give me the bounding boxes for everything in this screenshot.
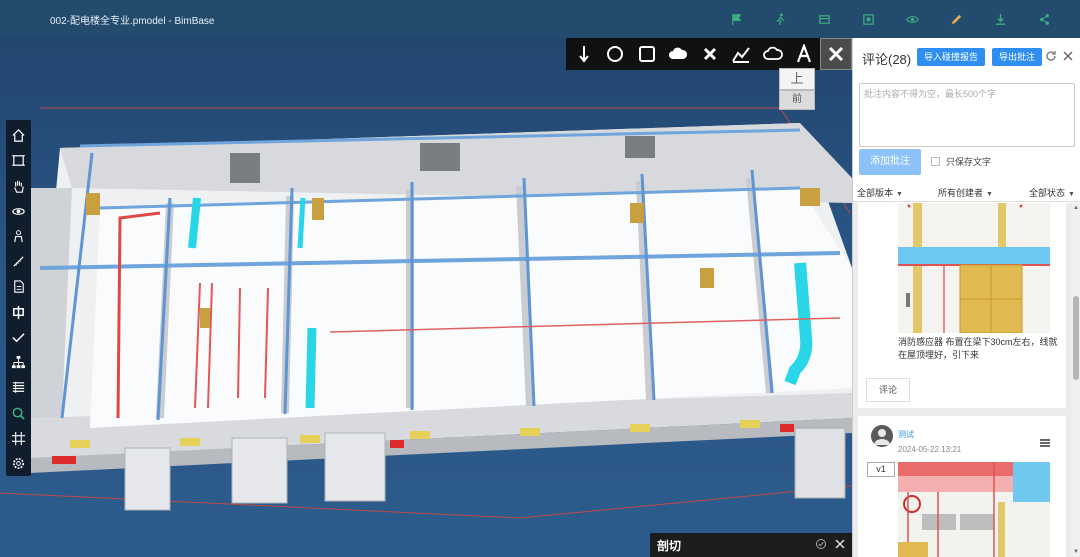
section-panel-actions xyxy=(815,538,846,550)
panel-header: 评论(28) 导入碰撞报告 导出批注 xyxy=(853,38,1080,76)
annotation-screenshot[interactable] xyxy=(898,462,1050,557)
cross-icon[interactable] xyxy=(694,38,726,70)
circle-icon[interactable] xyxy=(600,38,632,70)
comment-time: 2024-05-22 13:21 xyxy=(898,445,962,454)
share-icon[interactable] xyxy=(1022,0,1066,38)
import-clash-report-button[interactable]: 导入碰撞报告 xyxy=(917,48,985,66)
app-title: 002-配电楼全专业.pmodel - BimBase xyxy=(50,15,215,27)
text-icon[interactable] xyxy=(789,38,821,70)
cloud-outline-icon[interactable] xyxy=(757,38,789,70)
comment-text: 消防感应器 布置在梁下30cm左右，线就在屋顶埋好，引下来 xyxy=(898,337,1058,360)
version-filter-label: 全部版本 xyxy=(857,188,894,198)
top-toolbar xyxy=(714,0,1066,38)
scrollbar-thumb[interactable] xyxy=(1073,296,1079,380)
rectangle-icon[interactable] xyxy=(631,38,663,70)
refresh-icon[interactable] xyxy=(1045,50,1057,62)
frame-icon[interactable] xyxy=(6,148,31,173)
view-cube[interactable]: 上 前 xyxy=(779,68,817,112)
comment-input[interactable] xyxy=(859,83,1075,147)
status-filter-label: 全部状态 xyxy=(1029,188,1066,198)
reply-comment-button[interactable]: 评论 xyxy=(866,378,910,402)
view-cube-front[interactable]: 前 xyxy=(779,90,815,110)
avatar xyxy=(871,425,893,447)
pencil-icon[interactable] xyxy=(934,0,978,38)
comment-author[interactable]: 测试 xyxy=(898,429,914,440)
section-panel: 剖切 xyxy=(650,533,852,557)
confirm-circle-icon[interactable] xyxy=(815,538,827,550)
scroll-down-icon[interactable]: ▼ xyxy=(1073,549,1079,555)
grid-icon[interactable] xyxy=(6,426,31,451)
chevron-down-icon: ▼ xyxy=(986,191,993,198)
eye-icon[interactable] xyxy=(890,0,934,38)
check-icon[interactable] xyxy=(6,325,31,350)
status-filter[interactable]: 全部状态 ▼ xyxy=(1029,186,1075,199)
home-icon[interactable] xyxy=(6,123,31,148)
version-filter[interactable]: 全部版本 ▼ xyxy=(857,186,903,199)
panel-title: 评论(28) xyxy=(862,52,912,67)
chevron-down-icon: ▼ xyxy=(896,191,903,198)
only-text-checkbox[interactable] xyxy=(931,157,940,166)
settings-icon[interactable] xyxy=(6,451,31,476)
document-icon[interactable] xyxy=(6,274,31,299)
list-icon[interactable] xyxy=(6,375,31,400)
scrollbar[interactable]: ▲ ▼ xyxy=(1072,203,1080,557)
building-model xyxy=(0,107,852,519)
pan-hand-icon[interactable] xyxy=(6,173,31,198)
arrow-down-icon[interactable] xyxy=(568,38,600,70)
comment-list[interactable]: 消防感应器 布置在梁下30cm左右，线就在屋顶埋好，引下来 评论 测试 2024… xyxy=(853,203,1080,557)
title-bar: 002-配电楼全专业.pmodel - BimBase xyxy=(0,0,1080,38)
search-icon[interactable] xyxy=(6,400,31,425)
walk-icon[interactable] xyxy=(758,0,802,38)
scroll-up-icon[interactable]: ▲ xyxy=(1073,205,1079,211)
comment-card: 消防感应器 布置在梁下30cm左右，线就在屋顶埋好，引下来 评论 xyxy=(858,203,1066,408)
left-toolbar xyxy=(6,120,31,476)
close-markup-icon[interactable] xyxy=(820,38,852,70)
add-annotation-button[interactable]: 添加批注 xyxy=(859,149,921,175)
fit-view-icon[interactable] xyxy=(846,0,890,38)
only-text-label: 只保存文字 xyxy=(946,157,992,167)
tree-icon[interactable] xyxy=(6,350,31,375)
close-icon[interactable] xyxy=(834,538,846,550)
creator-filter-label: 所有创建者 xyxy=(938,188,984,198)
model-viewport[interactable] xyxy=(0,38,852,557)
version-badge: v1 xyxy=(867,462,895,477)
orbit-icon[interactable] xyxy=(6,199,31,224)
layers-icon[interactable] xyxy=(802,0,846,38)
creator-filter[interactable]: 所有创建者 ▼ xyxy=(938,186,993,199)
chevron-down-icon: ▼ xyxy=(1068,191,1075,198)
comment-card: 测试 2024-05-22 13:21 v1 xyxy=(858,416,1066,557)
menu-icon[interactable] xyxy=(1040,438,1050,448)
measure-icon[interactable] xyxy=(6,249,31,274)
view-cube-top[interactable]: 上 xyxy=(779,68,815,90)
close-panel-icon[interactable] xyxy=(1063,51,1073,61)
annotation-screenshot[interactable] xyxy=(898,203,1050,333)
filter-bar: 全部版本 ▼ 所有创建者 ▼ 全部状态 ▼ xyxy=(853,182,1080,202)
person-icon[interactable] xyxy=(6,224,31,249)
comments-panel: 评论(28) 导入碰撞报告 导出批注 添加批注 只保存文字 全部版本▼ 所有创建… xyxy=(852,38,1080,557)
section-icon[interactable] xyxy=(6,300,31,325)
markup-toolbar xyxy=(566,38,852,70)
flag-icon[interactable] xyxy=(714,0,758,38)
section-panel-title: 剖切 xyxy=(657,538,682,553)
polyline-icon[interactable] xyxy=(726,38,758,70)
export-annotations-button[interactable]: 导出批注 xyxy=(992,48,1042,66)
cloud-icon[interactable] xyxy=(663,38,695,70)
download-icon[interactable] xyxy=(978,0,1022,38)
